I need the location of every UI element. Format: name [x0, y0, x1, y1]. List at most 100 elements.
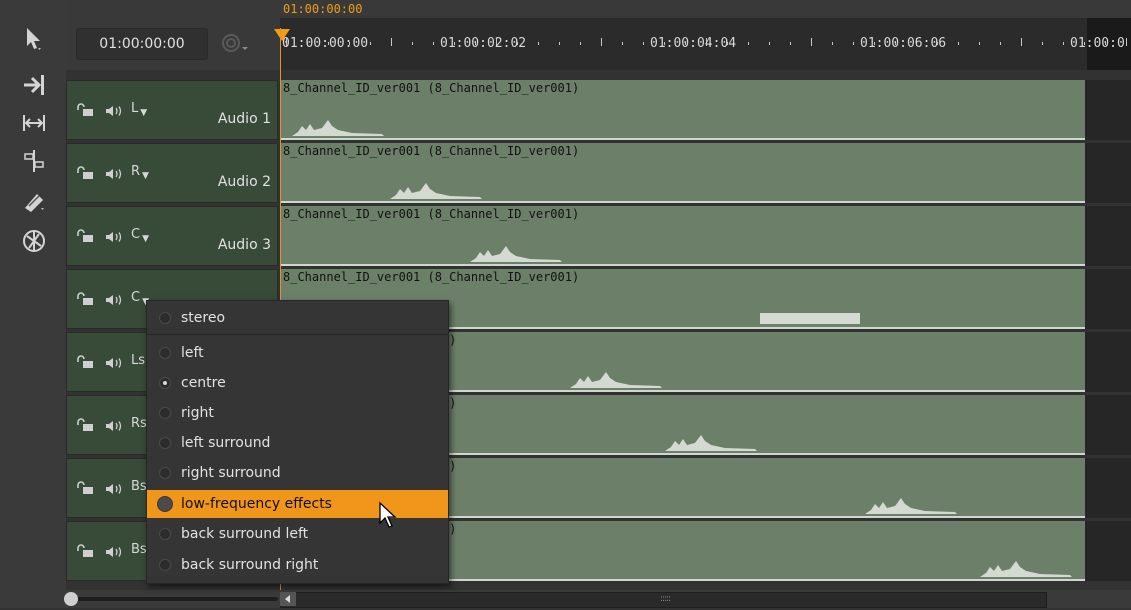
speaker-icon[interactable] [105, 168, 125, 184]
lock-icon[interactable] [75, 481, 95, 499]
speaker-icon[interactable] [105, 231, 125, 247]
slip-tool-icon[interactable] [18, 108, 50, 138]
ruler-label: 01:00:00:00 [282, 36, 369, 51]
bottom-bar: ::::: [0, 590, 1131, 608]
trim-tool-icon[interactable] [18, 146, 50, 176]
speaker-icon[interactable] [105, 546, 125, 562]
playhead-handle[interactable] [274, 29, 290, 41]
menu-item-label: left surround [181, 435, 271, 451]
waveform [390, 183, 482, 199]
speaker-icon[interactable] [105, 483, 125, 499]
multi-view-icon[interactable] [18, 226, 50, 256]
lock-icon[interactable] [75, 418, 95, 436]
ruler-tick [433, 42, 434, 45]
ruler-tick [580, 42, 581, 45]
ruler-tick [601, 38, 602, 46]
ruler-label: 01:00:06:06 [860, 36, 947, 51]
lock-icon[interactable] [75, 292, 95, 310]
ruler-tick [559, 42, 560, 45]
channel-selector[interactable]: C▼ [131, 227, 149, 244]
snap-icon[interactable] [220, 32, 250, 58]
menu-item-label: right [181, 405, 214, 421]
ruler-label: 01:00:04:04 [650, 36, 737, 51]
ruler-tick [1042, 42, 1043, 45]
radio-icon [159, 407, 171, 419]
track-empty-area[interactable] [1085, 206, 1131, 266]
radio-icon [159, 528, 171, 540]
track-empty-area[interactable] [1085, 80, 1131, 140]
ruler-tick [832, 42, 833, 45]
ruler-tick [538, 42, 539, 45]
chevron-down-icon: ▼ [140, 108, 148, 118]
speaker-icon[interactable] [105, 105, 125, 121]
track-empty-area[interactable] [1085, 269, 1131, 329]
track-header[interactable]: C ▼ Audio 3 [66, 206, 278, 266]
ruler-tick [412, 42, 413, 45]
channel-selector[interactable]: L ▼ [131, 101, 148, 118]
speaker-icon[interactable] [105, 420, 125, 436]
chevron-down-icon: ▼ [142, 171, 149, 181]
track-empty-area[interactable] [1085, 521, 1131, 581]
lock-icon[interactable] [75, 544, 95, 562]
channel-selector[interactable]: R ▼ [131, 164, 149, 181]
menu-separator [147, 334, 448, 335]
lock-icon[interactable] [75, 229, 95, 247]
menu-item[interactable]: stereo [147, 304, 448, 332]
menu-item-label: stereo [181, 310, 226, 326]
radio-icon [159, 312, 171, 324]
ruler-tick [1126, 38, 1127, 46]
menu-item-label: centre [181, 375, 226, 391]
select-tool-icon[interactable] [18, 24, 50, 54]
ruler-label: 01:00:02:02 [440, 36, 527, 51]
track-header[interactable]: L ▼ Audio 1 [66, 80, 278, 140]
move-to-end-icon[interactable] [18, 70, 50, 100]
menu-item[interactable]: centre [147, 369, 448, 397]
chevron-down-icon: ▼ [142, 234, 149, 244]
ruler-tick [769, 42, 770, 45]
waveform [470, 246, 562, 262]
track-empty-area[interactable] [1085, 332, 1131, 392]
ruler-tick [622, 42, 623, 45]
radio-icon [159, 377, 171, 389]
lock-icon[interactable] [75, 355, 95, 373]
audio-clip[interactable]: 8_Channel_ID_ver001 (8_Channel_ID_ver001… [280, 143, 1085, 203]
track-empty-area[interactable] [1085, 395, 1131, 455]
menu-item[interactable]: right surround [147, 459, 448, 487]
scroll-left-arrow-icon[interactable] [280, 592, 296, 606]
lock-icon[interactable] [75, 103, 95, 121]
menu-item-label: right surround [181, 465, 281, 481]
audio-clip[interactable]: 8_Channel_ID_ver001 (8_Channel_ID_ver001… [280, 206, 1085, 266]
timecode-field[interactable]: 01:00:00:00 [76, 28, 208, 60]
menu-item[interactable]: left surround [147, 429, 448, 457]
track-header[interactable]: R ▼ Audio 2 [66, 143, 278, 203]
channel-menu: stereo left centre right left surround right … [146, 300, 449, 584]
ruler-tick [1021, 38, 1022, 46]
zoom-slider[interactable] [66, 597, 278, 601]
ruler-tick [1063, 42, 1064, 45]
track-name: Audio 2 [217, 174, 271, 190]
menu-item[interactable]: back surround right [147, 551, 448, 579]
tool-column [0, 0, 66, 608]
audio-clip[interactable]: 8_Channel_ID_ver001 (8_Channel_ID_ver001… [280, 80, 1085, 140]
ruler-tick [643, 42, 644, 45]
track-name: Audio 1 [217, 111, 271, 127]
menu-item[interactable]: left [147, 339, 448, 367]
radio-icon [159, 559, 171, 571]
track-empty-area[interactable] [1085, 143, 1131, 203]
lock-icon[interactable] [75, 166, 95, 184]
ruler-tick [391, 38, 392, 46]
menu-item[interactable]: right [147, 399, 448, 427]
speaker-icon[interactable] [105, 294, 125, 310]
zoom-slider-knob[interactable] [64, 592, 78, 606]
mouse-cursor-icon [378, 501, 400, 533]
menu-item[interactable]: back surround left [147, 520, 448, 548]
razor-tool-icon[interactable] [18, 186, 50, 216]
track-empty-area[interactable] [1085, 458, 1131, 518]
ruler-tick [748, 42, 749, 45]
menu-item-label: back surround left [181, 526, 309, 542]
waveform [292, 120, 384, 136]
speaker-icon[interactable] [105, 357, 125, 373]
ruler-tick [979, 42, 980, 45]
menu-item-label: low-frequency effects [181, 496, 332, 512]
menu-item[interactable]: low-frequency effects [147, 490, 448, 518]
